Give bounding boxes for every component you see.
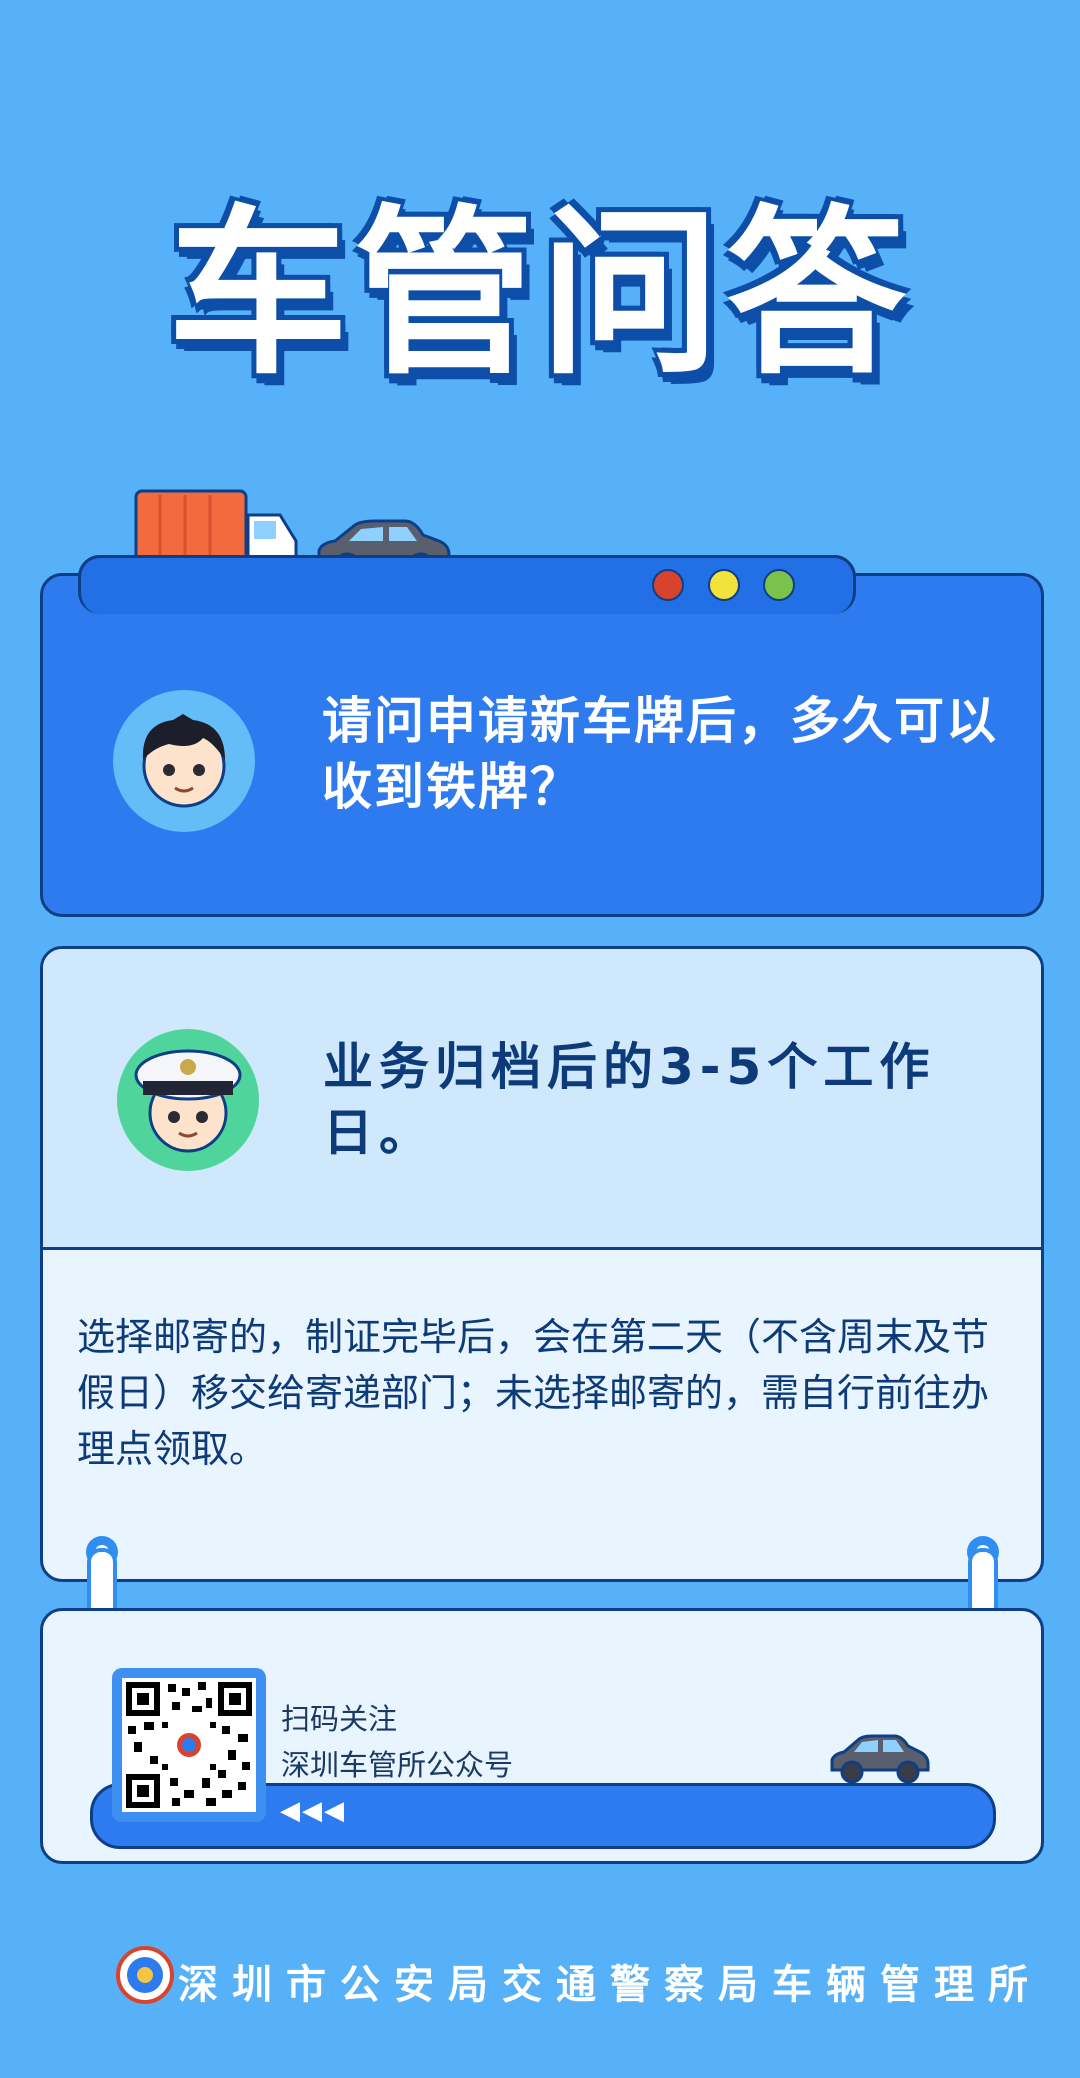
answer-header: 业务归档后的3-5个工作日。 — [43, 949, 1041, 1250]
answer-headline: 业务归档后的3-5个工作日。 — [323, 1038, 936, 1162]
police-avatar — [117, 1029, 259, 1171]
red-dot-icon — [652, 569, 684, 601]
small-car-icon — [830, 1734, 930, 1784]
arrows-left-icon: ◀◀◀ — [280, 1796, 346, 1826]
answer-detail: 选择邮寄的，制证完毕后，会在第二天（不含周末及节假日）移交给寄递部门；未选择邮寄… — [77, 1315, 990, 1471]
police-officer-face-icon — [134, 1049, 242, 1153]
answer-card: 业务归档后的3-5个工作日。 选择邮寄的，制证完毕后，会在第二天（不含周末及节假… — [40, 946, 1044, 1582]
qr-code-icon — [126, 1682, 252, 1808]
police-emblem-icon — [116, 1946, 174, 2004]
boy-face-icon — [142, 714, 226, 808]
question-text: 请问申请新车牌后，多久可以收到铁牌？ — [322, 692, 998, 816]
green-dot-icon — [763, 569, 795, 601]
qr-caption-line2: 深圳车管所公众号 — [281, 1748, 514, 1782]
citizen-avatar — [113, 690, 255, 832]
footer-org-name: 深圳市公安局交通警察局车辆管理所 — [178, 1962, 1042, 2008]
page-title: 车管问答 — [167, 190, 912, 399]
qr-caption-line1: 扫码关注 — [281, 1702, 398, 1736]
yellow-dot-icon — [708, 569, 740, 601]
qr-code[interactable] — [122, 1678, 256, 1812]
